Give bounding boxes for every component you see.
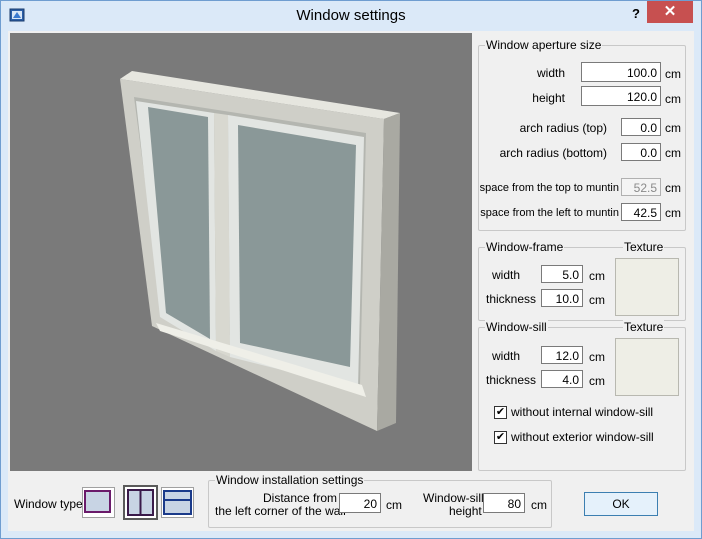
horizontal-split-icon (163, 490, 192, 515)
vertical-split-icon (127, 489, 154, 516)
sill-width-label: width (492, 349, 521, 363)
window-frame-group: Window-frame Texture width 5.0 cm thickn… (478, 240, 686, 321)
frame-width-unit: cm (589, 269, 605, 283)
arch-bottom-label: arch radius (bottom) (499, 146, 607, 160)
window-model-render (120, 71, 400, 431)
frame-thickness-label: thickness (486, 292, 537, 306)
frame-thickness-field[interactable]: 10.0 (541, 289, 583, 307)
help-button[interactable]: ? (625, 3, 647, 25)
window-settings-dialog: Window settings ? ✕ Window aperture size… (0, 0, 702, 539)
window-type-vertical-split-button[interactable] (123, 485, 158, 520)
space-left-label: space from the left to muntin (480, 207, 619, 219)
sill-thickness-field[interactable]: 4.0 (541, 370, 583, 388)
window-type-horizontal-split-button[interactable] (161, 487, 194, 518)
space-top-unit: cm (665, 181, 681, 195)
space-left-field[interactable]: 42.5 (621, 203, 661, 221)
frame-group-label: Window-frame (485, 240, 565, 254)
ok-button[interactable]: OK (584, 492, 658, 516)
arch-bottom-field[interactable]: 0.0 (621, 143, 661, 161)
arch-top-field[interactable]: 0.0 (621, 118, 661, 136)
space-left-unit: cm (665, 206, 681, 220)
sill-height-label-line-2: height (449, 504, 482, 518)
distance-unit: cm (386, 498, 402, 512)
exterior-sill-checkbox[interactable]: ✔ (494, 431, 507, 444)
sill-width-unit: cm (589, 350, 605, 364)
frame-thickness-unit: cm (589, 293, 605, 307)
window-type-single-button[interactable] (82, 487, 115, 518)
window-type-label: Window type (14, 497, 83, 511)
sill-group-label: Window-sill (485, 320, 548, 334)
window-3d-preview[interactable] (10, 33, 472, 471)
title-bar: Window settings ? ✕ (1, 1, 701, 31)
frame-texture-label: Texture (623, 240, 665, 254)
single-pane-icon (84, 490, 111, 513)
aperture-width-unit: cm (665, 67, 681, 81)
aperture-height-label: height (532, 91, 565, 105)
sill-height-field[interactable]: 80 (483, 493, 525, 513)
exterior-sill-label: without exterior window-sill (511, 430, 654, 444)
installation-settings-group: Window installation settings Distance fr… (208, 473, 552, 528)
sill-thickness-unit: cm (589, 374, 605, 388)
sill-texture-swatch[interactable] (615, 338, 679, 396)
internal-sill-checkbox[interactable]: ✔ (494, 406, 507, 419)
window-title: Window settings (296, 7, 406, 24)
distance-field[interactable]: 20 (339, 493, 381, 513)
sill-width-field[interactable]: 12.0 (541, 346, 583, 364)
sill-thickness-label: thickness (486, 373, 537, 387)
frame-width-field[interactable]: 5.0 (541, 265, 583, 283)
arch-top-label: arch radius (top) (519, 121, 607, 135)
aperture-width-field[interactable]: 100.0 (581, 62, 661, 82)
space-top-label: space from the top to muntin (479, 182, 619, 194)
window-sill-group: Window-sill Texture width 12.0 cm thickn… (478, 320, 686, 471)
sill-height-unit: cm (531, 498, 547, 512)
aperture-group-label: Window aperture size (485, 38, 603, 52)
frame-width-label: width (492, 268, 521, 282)
aperture-height-field[interactable]: 120.0 (581, 86, 661, 106)
dialog-client-area: Window aperture size width 100.0 cm heig… (8, 31, 694, 531)
arch-top-unit: cm (665, 121, 681, 135)
installation-group-label: Window installation settings (215, 473, 365, 487)
frame-texture-swatch[interactable] (615, 258, 679, 316)
distance-label-line-2: the left corner of the wall (215, 504, 346, 518)
close-button[interactable]: ✕ (647, 1, 693, 23)
sill-texture-label: Texture (623, 320, 665, 334)
aperture-size-group: Window aperture size width 100.0 cm heig… (478, 38, 686, 231)
internal-sill-label: without internal window-sill (511, 405, 654, 419)
aperture-width-label: width (536, 66, 565, 80)
arch-bottom-unit: cm (665, 146, 681, 160)
space-top-field: 52.5 (621, 178, 661, 196)
aperture-height-unit: cm (665, 92, 681, 106)
